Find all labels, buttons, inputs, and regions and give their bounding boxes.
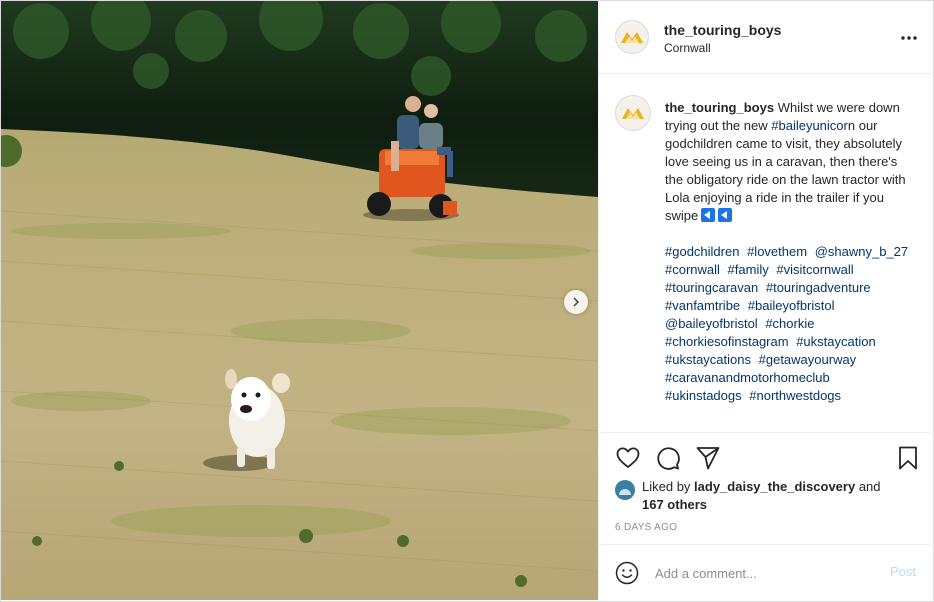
- comment-input[interactable]: [655, 561, 875, 585]
- comment-button[interactable]: [655, 445, 681, 471]
- emoji-button[interactable]: [615, 561, 639, 585]
- comment-icon: [657, 447, 680, 470]
- caption-avatar[interactable]: [615, 95, 651, 131]
- hashtag[interactable]: #godchildren: [665, 244, 739, 259]
- chevron-right-icon: [573, 297, 580, 307]
- add-comment-bar: Post: [599, 544, 934, 600]
- brand-logo-icon: [621, 32, 643, 43]
- hashtag[interactable]: #chorkiesofinstagram: [665, 334, 789, 349]
- likes-and: and: [858, 479, 881, 494]
- hashtag-list: #godchildren #lovethem @shawny_b_27 #cor…: [665, 243, 915, 405]
- hashtag[interactable]: #getawayourway: [759, 352, 857, 367]
- hashtag[interactable]: #touringcaravan: [665, 280, 758, 295]
- header-username[interactable]: the_touring_boys: [664, 22, 781, 38]
- hashtag[interactable]: #lovethem: [747, 244, 807, 259]
- hashtag[interactable]: #family: [728, 262, 769, 277]
- hashtag[interactable]: #baileyofbristol: [748, 298, 835, 313]
- liker-avatar[interactable]: [615, 480, 635, 500]
- hashtag[interactable]: #chorkie: [765, 316, 814, 331]
- likes-others-link[interactable]: 167 others: [642, 497, 707, 512]
- likes-prefix: Liked by: [642, 479, 691, 494]
- next-image-button[interactable]: [564, 290, 588, 314]
- post-date[interactable]: 6 DAYS AGO: [615, 522, 677, 533]
- share-button[interactable]: [695, 445, 721, 471]
- like-button[interactable]: [615, 445, 641, 471]
- comments-section[interactable]: the_touring_boys Whilst we were down try…: [599, 75, 934, 432]
- post-caption: the_touring_boys Whilst we were down try…: [665, 99, 915, 405]
- post-side-panel: the_touring_boys Cornwall the_touring_bo…: [598, 1, 934, 600]
- post-header: the_touring_boys Cornwall: [599, 1, 934, 74]
- hashtag[interactable]: #ukinstadogs: [665, 388, 742, 403]
- hashtag[interactable]: #vanfamtribe: [665, 298, 740, 313]
- hashtag[interactable]: #ukstaycations: [665, 352, 751, 367]
- bookmark-icon: [899, 446, 917, 470]
- header-location[interactable]: Cornwall: [664, 41, 711, 55]
- post-comment-button[interactable]: Post: [890, 564, 916, 579]
- hashtag[interactable]: #northwestdogs: [749, 388, 841, 403]
- save-button[interactable]: [895, 445, 921, 471]
- caption-hashtag[interactable]: #baileyunicorn: [771, 118, 855, 133]
- hashtag[interactable]: #caravanandmotorhomeclub: [665, 370, 830, 385]
- hashtag[interactable]: #touringadventure: [766, 280, 871, 295]
- action-bar: [599, 432, 934, 482]
- more-options-button[interactable]: [899, 28, 919, 48]
- more-options-icon: [901, 36, 917, 40]
- liker-username[interactable]: lady_daisy_the_discovery: [694, 479, 855, 494]
- profile-avatar[interactable]: [615, 20, 649, 54]
- smiley-icon: [615, 561, 639, 585]
- hashtag[interactable]: #cornwall: [665, 262, 720, 277]
- mention[interactable]: @baileyofbristol: [665, 316, 758, 331]
- photo-image: [1, 1, 598, 600]
- share-icon: [696, 447, 720, 470]
- brand-logo-icon: [622, 108, 644, 119]
- heart-icon: [616, 447, 640, 468]
- mention[interactable]: @shawny_b_27: [815, 244, 908, 259]
- hashtag[interactable]: #ukstaycation: [796, 334, 876, 349]
- arrow-left-emoji-icon: [701, 208, 716, 222]
- post-photo[interactable]: [1, 1, 598, 600]
- caption-username[interactable]: the_touring_boys: [665, 100, 774, 115]
- arrow-left-emoji-icon: [718, 208, 733, 222]
- hashtag[interactable]: #visitcornwall: [776, 262, 853, 277]
